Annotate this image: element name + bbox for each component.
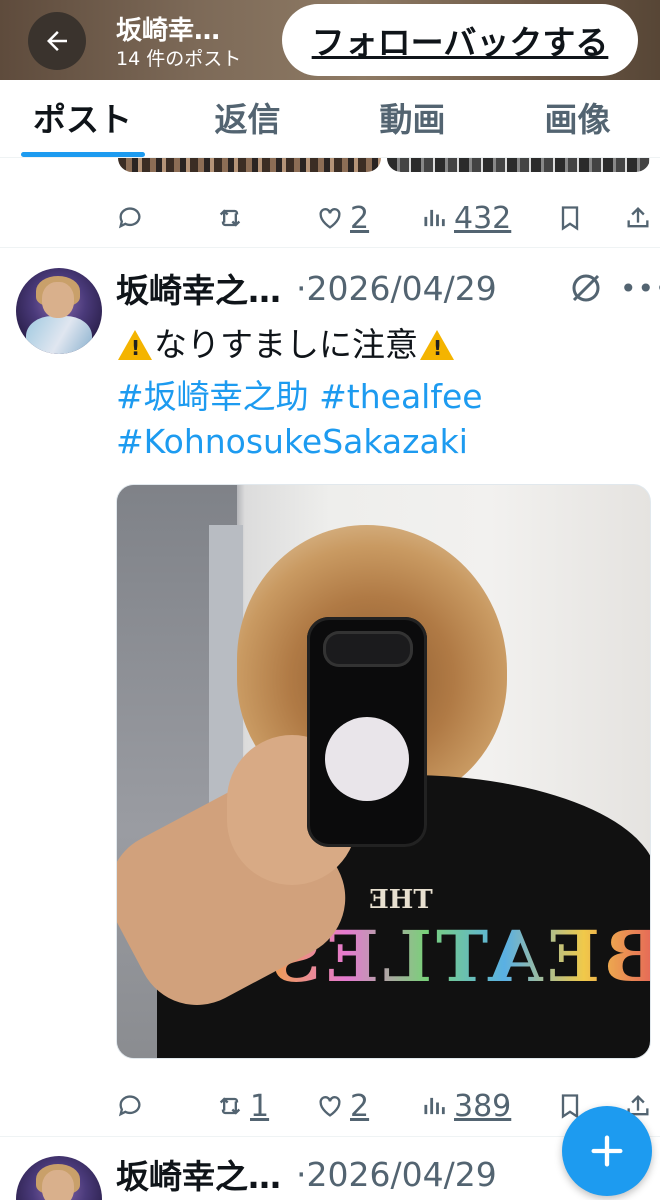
tab-videos[interactable]: 動画 [330,80,495,157]
previous-post-image-1[interactable] [118,158,381,172]
reply-button[interactable] [116,204,144,232]
repost-count: 1 [250,1088,270,1124]
plus-icon [591,1135,623,1167]
post-author-name[interactable]: 坂崎幸之… [116,1150,296,1198]
previous-post-image-2[interactable] [387,158,650,172]
divider [0,247,660,248]
like-count: 2 [350,1088,370,1124]
divider [0,1136,660,1137]
views-button[interactable]: 432 [420,201,511,236]
views-button[interactable]: 389 [420,1089,511,1124]
repost-icon [219,1097,241,1115]
avatar[interactable] [16,268,102,354]
tab-images[interactable]: 画像 [495,80,660,157]
warning-icon [118,330,152,360]
share-button[interactable] [624,204,652,232]
post-text-line-1: なりすましに注意 [116,318,456,366]
post-hashtags-line-2[interactable]: #KohnosukeSakazaki [116,422,468,461]
warning-icon [420,330,454,360]
reply-icon [118,207,141,229]
post-date[interactable]: ·2026/04/29 [296,269,497,308]
profile-tabs: ポスト 返信 動画 画像 [0,80,660,158]
header-post-count: 14 件のポスト [116,48,242,70]
views-icon [424,209,445,227]
heart-icon [319,208,341,229]
bookmark-button[interactable] [556,204,584,232]
reply-icon [118,1095,141,1117]
like-button[interactable]: 2 [316,1089,369,1124]
profile-header: 坂崎幸… 14 件のポスト フォローバックする [0,0,660,80]
post-hashtags-line-1[interactable]: #坂崎幸之助 #thealfee [116,370,483,418]
header-display-name: 坂崎幸… [116,16,221,46]
like-button[interactable]: 2 [316,201,369,236]
back-button[interactable] [28,12,86,70]
tab-replies[interactable]: 返信 [165,80,330,157]
compose-post-button[interactable] [562,1106,652,1196]
arrow-left-icon [47,31,67,51]
post-text-warning: なりすましに注意 [154,325,418,364]
tab-posts[interactable]: ポスト [0,80,165,157]
repost-icon [219,209,241,227]
reply-button[interactable] [116,1092,144,1120]
repost-button[interactable] [216,204,244,232]
repost-button[interactable]: 1 [216,1089,269,1124]
more-options-icon[interactable]: ••• [620,272,660,305]
grok-icon[interactable] [568,270,604,306]
avatar[interactable] [16,1156,102,1200]
post-date[interactable]: ·2026/04/29 [296,1155,497,1194]
follow-back-button[interactable]: フォローバックする [282,4,638,76]
share-icon [627,207,649,228]
previous-post-action-bar: 2 432 [116,193,660,243]
post-header: 坂崎幸之… ·2026/04/29 [116,264,497,312]
like-count: 2 [350,200,370,236]
previous-post-media[interactable] [118,158,650,172]
views-icon [424,1097,445,1115]
post-author-name[interactable]: 坂崎幸之… [116,264,296,312]
bookmark-icon [561,206,579,231]
views-count: 432 [454,200,512,236]
post-image[interactable]: THE BEATLES [116,484,651,1059]
next-post-header: 坂崎幸之… ·2026/04/29 [116,1150,497,1198]
views-count: 389 [454,1088,512,1124]
heart-icon [319,1096,341,1117]
